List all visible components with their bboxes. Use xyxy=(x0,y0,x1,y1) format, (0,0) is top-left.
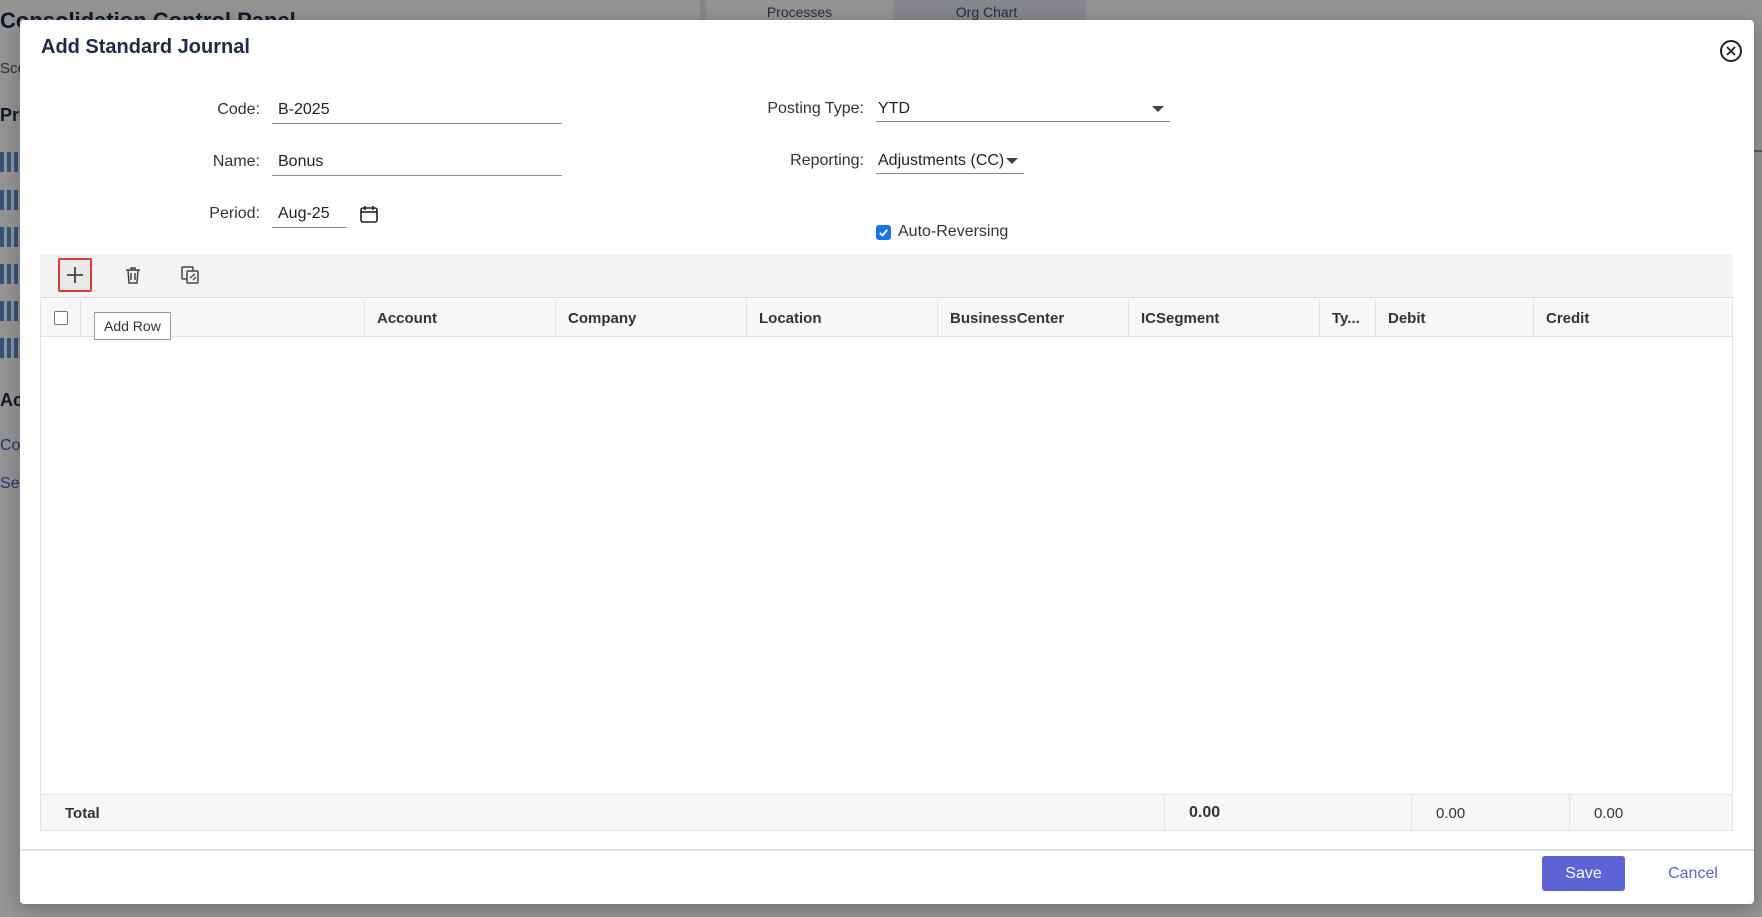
close-icon xyxy=(1726,46,1736,56)
period-row: Period: Aug-25 xyxy=(180,200,379,228)
reporting-value: Adjustments (CC) xyxy=(878,151,1005,169)
column-credit[interactable]: Credit xyxy=(1534,299,1692,337)
footer-divider xyxy=(20,849,1754,851)
chevron-down-icon xyxy=(1152,105,1164,112)
close-button[interactable] xyxy=(1720,40,1742,62)
name-row: Name: Bonus xyxy=(180,148,562,176)
add-row-button[interactable] xyxy=(58,258,92,292)
check-icon xyxy=(879,228,888,237)
cancel-button[interactable]: Cancel xyxy=(1658,856,1728,891)
copy-row-button[interactable] xyxy=(173,258,207,292)
copy-icon xyxy=(181,266,199,284)
add-row-tooltip: Add Row xyxy=(94,312,171,340)
posting-type-label: Posting Type: xyxy=(767,100,864,117)
delete-row-button[interactable] xyxy=(116,258,150,292)
name-field[interactable]: Bonus xyxy=(272,148,562,176)
select-all-checkbox[interactable] xyxy=(54,311,68,325)
column-businesscenter[interactable]: BusinessCenter xyxy=(938,299,1129,337)
total-label: Total xyxy=(41,795,1165,831)
calendar-icon[interactable] xyxy=(359,204,379,224)
posting-type-value: YTD xyxy=(878,99,910,117)
total-icsegment: 0.00 xyxy=(1165,795,1412,831)
period-label: Period: xyxy=(209,205,260,222)
chevron-down-icon xyxy=(1006,157,1018,164)
add-standard-journal-dialog: Add Standard Journal Code: B-2025 Name: … xyxy=(20,20,1754,904)
trash-icon xyxy=(126,267,140,284)
posting-type-select[interactable]: YTD xyxy=(876,96,1170,122)
save-button[interactable]: Save xyxy=(1542,856,1625,891)
code-row: Code: B-2025 xyxy=(180,96,562,124)
column-icsegment[interactable]: ICSegment xyxy=(1129,299,1320,337)
auto-reversing-row: Auto-Reversing xyxy=(876,223,1008,241)
code-field[interactable]: B-2025 xyxy=(272,96,562,124)
period-field[interactable]: Aug-25 xyxy=(272,200,347,228)
column-location[interactable]: Location xyxy=(747,299,938,337)
auto-reversing-checkbox[interactable] xyxy=(876,224,891,240)
column-type[interactable]: Ty... xyxy=(1320,299,1376,337)
grid-body xyxy=(41,337,1732,793)
journal-grid: n Account Company Location BusinessCente… xyxy=(40,299,1733,831)
reporting-label: Reporting: xyxy=(790,152,864,169)
name-label: Name: xyxy=(212,153,260,170)
column-company[interactable]: Company xyxy=(556,299,747,337)
select-all-cell xyxy=(41,299,81,337)
column-account[interactable]: Account xyxy=(365,299,556,337)
code-label: Code: xyxy=(217,101,260,118)
total-credit: 0.00 xyxy=(1594,804,1624,822)
grid-header: n Account Company Location BusinessCente… xyxy=(41,299,1732,337)
posting-type-row: Posting Type: YTD xyxy=(760,96,1170,122)
column-debit[interactable]: Debit xyxy=(1376,299,1534,337)
grid-total-row: Total 0.00 0.00 0.00 xyxy=(41,794,1732,831)
dialog-title: Add Standard Journal xyxy=(41,36,250,58)
reporting-select[interactable]: Adjustments (CC) xyxy=(876,148,1024,174)
grid-toolbar xyxy=(40,254,1733,298)
total-debit: 0.00 xyxy=(1412,795,1570,831)
plus-icon xyxy=(67,267,83,283)
reporting-row: Reporting: Adjustments (CC) xyxy=(760,148,1024,174)
auto-reversing-label: Auto-Reversing xyxy=(898,223,1009,240)
